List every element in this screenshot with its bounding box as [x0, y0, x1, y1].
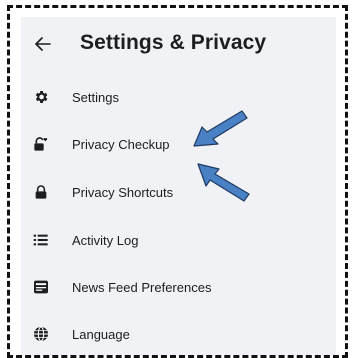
menu-item-news-feed-preferences[interactable]: News Feed Preferences — [24, 267, 324, 307]
menu-item-privacy-shortcuts[interactable]: Privacy Shortcuts — [24, 172, 324, 212]
menu-item-label: Privacy Checkup — [72, 136, 170, 152]
menu-item-label: Activity Log — [72, 232, 139, 248]
menu-item-settings[interactable]: Settings — [24, 77, 324, 117]
lock-heart-icon — [28, 131, 54, 157]
gear-icon — [28, 84, 54, 110]
annotation-arrow-privacy-shortcuts — [197, 163, 250, 202]
lock-icon — [28, 179, 54, 205]
back-button[interactable] — [28, 28, 58, 64]
annotation-arrow-privacy-checkup — [193, 110, 248, 147]
menu-item-privacy-checkup[interactable]: Privacy Checkup — [24, 124, 324, 164]
list-icon — [28, 227, 54, 253]
menu-item-language[interactable]: Language — [24, 314, 324, 354]
page-title: Settings & Privacy — [80, 31, 267, 54]
globe-icon — [28, 321, 54, 347]
menu-item-label: Language — [72, 326, 130, 342]
feed-icon — [28, 274, 54, 300]
menu-item-label: News Feed Preferences — [72, 279, 212, 295]
menu-item-label: Settings — [72, 89, 119, 105]
menu-item-activity-log[interactable]: Activity Log — [24, 220, 324, 260]
menu-item-label: Privacy Shortcuts — [72, 184, 174, 200]
arrow-left-icon — [35, 36, 51, 56]
